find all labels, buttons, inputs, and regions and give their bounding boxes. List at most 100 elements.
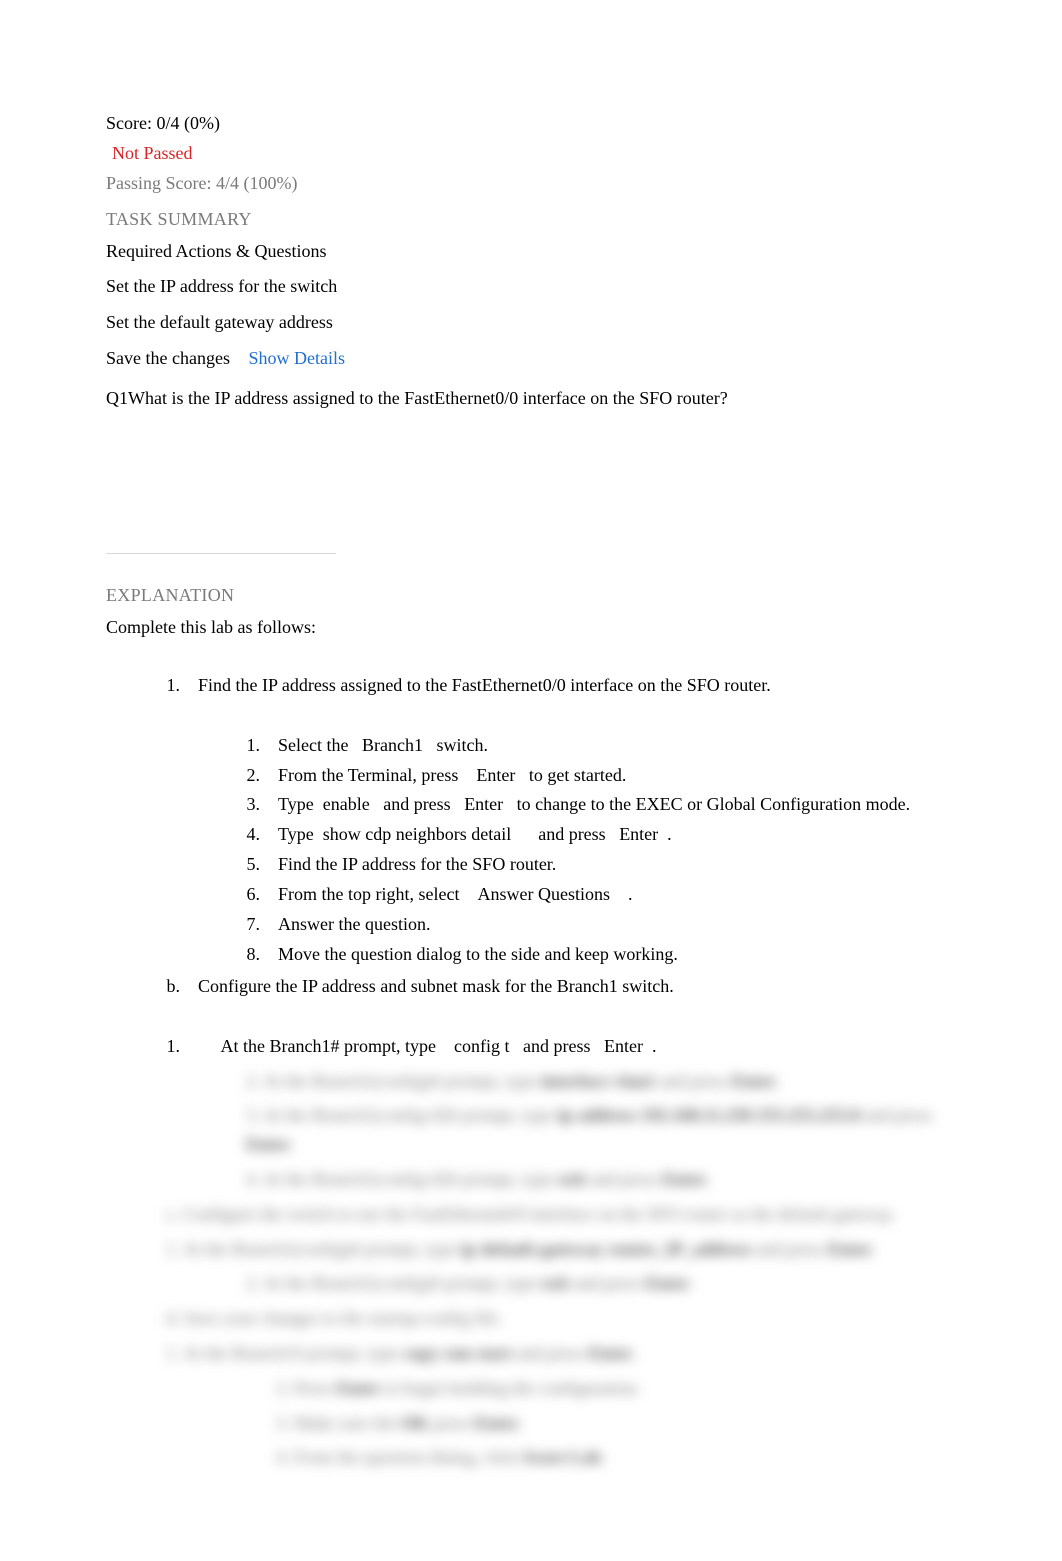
- blurred-bold: ip default-gateway router_IP_address: [461, 1239, 751, 1259]
- blurred-tail: .: [601, 1447, 606, 1467]
- blurred-bold: Enter: [474, 1413, 518, 1433]
- blurred-tail: and press: [751, 1239, 827, 1259]
- substep: 2. From the Terminal, press Enter to get…: [246, 762, 962, 790]
- substep: 5. Find the IP address for the SFO route…: [246, 851, 962, 879]
- text-segment: and press: [518, 1036, 594, 1056]
- complete-lab-intro: Complete this lab as follows:: [106, 614, 962, 642]
- text-segment: .: [623, 884, 632, 904]
- blurred-tail: and press: [860, 1105, 932, 1125]
- question-prefix: Q1: [106, 388, 128, 408]
- text-segment: Answer the question.: [278, 914, 430, 934]
- substep-text: From the Terminal, press Enter to get st…: [278, 762, 962, 790]
- text-segment: Find the IP address for the SFO router.: [278, 854, 556, 874]
- required-actions-heading: Required Actions & Questions: [106, 238, 962, 266]
- blurred-tail: and press: [586, 1169, 662, 1189]
- blurred-marker: 2.: [276, 1378, 294, 1398]
- blurred-body: Save your changes to the startup-config …: [184, 1308, 502, 1328]
- blurred-body: At the Branch1(config-if)# prompt, type: [263, 1105, 558, 1125]
- blurred-marker: 4.: [276, 1447, 294, 1467]
- text-segment: to get started.: [524, 765, 626, 785]
- substep-text: Select the Branch1 switch.: [278, 732, 962, 760]
- blurred-bold: ip address 192.168.11.250 255.255.255.0: [558, 1105, 860, 1125]
- blurred-body: At the Branch1(config)# prompt, type: [263, 1071, 541, 1091]
- text-segment: Answer Questions: [477, 884, 610, 904]
- blurred-body: At the Branch1(config)# prompt, type: [183, 1239, 461, 1259]
- substep: 4. Type show cdp neighbors detail and pr…: [246, 821, 962, 849]
- blurred-line: 4. At the Branch1(config-if)# prompt, ty…: [246, 1165, 962, 1194]
- blurred-line: d. Save your changes to the startup-conf…: [166, 1304, 962, 1333]
- blurred-marker: 1.: [166, 1343, 183, 1363]
- blurred-tail: .: [632, 1343, 637, 1363]
- score-line: Score: 0/4 (0%): [106, 110, 962, 138]
- substep-marker: 2.: [246, 762, 260, 790]
- substep-marker: 8.: [246, 941, 260, 969]
- blurred-tail: .: [776, 1071, 781, 1091]
- explanation-heading: EXPLANATION: [106, 582, 962, 610]
- step-text: Find the IP address assigned to the Fast…: [198, 672, 962, 700]
- text-segment: Select the: [278, 735, 353, 755]
- substep-text: Find the IP address for the SFO router.: [278, 851, 962, 879]
- blurred-bold: Enter: [828, 1239, 872, 1259]
- blurred-bold: copy run start: [403, 1343, 512, 1363]
- question-text: What is the IP address assigned to the F…: [128, 388, 728, 408]
- blurred-marker: c.: [166, 1204, 183, 1224]
- step-b1: 1. At the Branch1# prompt, type config t…: [166, 1033, 962, 1061]
- substep-text: Answer the question.: [278, 911, 962, 939]
- text-segment: Enter: [604, 1036, 643, 1056]
- substep-marker: 1.: [246, 732, 260, 760]
- blurred-line: 1. At the Branch1# prompt, type copy run…: [166, 1339, 962, 1368]
- text-segment: From the top right, select: [278, 884, 464, 904]
- substep-marker: 4.: [246, 821, 260, 849]
- blurred-bold: Score Lab: [523, 1447, 601, 1467]
- blurred-line: 2. At the Branch1(config)# prompt, type …: [246, 1067, 962, 1096]
- substep-text: From the top right, select Answer Questi…: [278, 881, 962, 909]
- save-changes-row: Save the changes Show Details: [106, 345, 962, 373]
- blurred-tail: and press: [512, 1343, 588, 1363]
- substep-text: Type enable and press Enter to change to…: [278, 791, 962, 819]
- substep: 6. From the top right, select Answer Que…: [246, 881, 962, 909]
- blurred-line: 2. At the Branch1(config)# prompt, type …: [246, 1269, 962, 1298]
- show-details-link[interactable]: Show Details: [248, 348, 345, 368]
- blurred-tail: .: [290, 1134, 295, 1154]
- substep-marker: 5.: [246, 851, 260, 879]
- action-item: Set the default gateway address: [106, 309, 962, 337]
- blurred-bold: Enter: [246, 1134, 290, 1154]
- text-segment: enable: [323, 794, 370, 814]
- blurred-marker: 4.: [246, 1169, 263, 1189]
- blurred-line: c. Configure the switch to use the FastE…: [166, 1200, 962, 1229]
- blurred-line: 4. From the question dialog, click Score…: [276, 1443, 962, 1472]
- text-segment: At the Branch1# prompt, type: [221, 1036, 441, 1056]
- outer-list: 1. Find the IP address assigned to the F…: [166, 672, 962, 1061]
- substep: 7. Answer the question.: [246, 911, 962, 939]
- blurred-marker: 3.: [246, 1105, 263, 1125]
- blurred-bold: Enter: [588, 1343, 632, 1363]
- passing-score: Passing Score: 4/4 (100%): [106, 170, 962, 198]
- step-marker: b.: [166, 973, 180, 1001]
- blurred-bold: exit: [558, 1169, 586, 1189]
- blurred-body: At the Branch1# prompt, type: [183, 1343, 403, 1363]
- blurred-tail: to begin building the configuration.: [381, 1378, 641, 1398]
- blurred-bold: Enter: [662, 1169, 706, 1189]
- blurred-bold: exit: [541, 1273, 569, 1293]
- blurred-tail: press: [428, 1413, 474, 1433]
- step-1: 1. Find the IP address assigned to the F…: [166, 672, 962, 700]
- step-text: At the Branch1# prompt, type config t an…: [198, 1033, 962, 1061]
- task-summary-heading: TASK SUMMARY: [106, 206, 962, 234]
- blurred-body: Configure the switch to use the FastEthe…: [183, 1204, 896, 1224]
- blurred-marker: 1.: [166, 1239, 183, 1259]
- step-marker: 1.: [166, 672, 180, 700]
- text-segment: config t: [454, 1036, 510, 1056]
- text-segment: .: [663, 824, 672, 844]
- blurred-tail: and press: [655, 1071, 731, 1091]
- blurred-body: Make sure the: [294, 1413, 400, 1433]
- text-segment: From the Terminal, press: [278, 765, 463, 785]
- text-segment: Type: [278, 824, 318, 844]
- step-b: b. Configure the IP address and subnet m…: [166, 973, 962, 1001]
- question-row: Q1What is the IP address assigned to the…: [106, 385, 962, 413]
- text-segment: switch.: [432, 735, 488, 755]
- step-text: Configure the IP address and subnet mask…: [198, 973, 962, 1001]
- text-segment: and press: [534, 824, 610, 844]
- text-segment: show cdp neighbors detail: [323, 824, 511, 844]
- blurred-tail: .: [872, 1239, 877, 1259]
- blurred-tail: .: [518, 1413, 523, 1433]
